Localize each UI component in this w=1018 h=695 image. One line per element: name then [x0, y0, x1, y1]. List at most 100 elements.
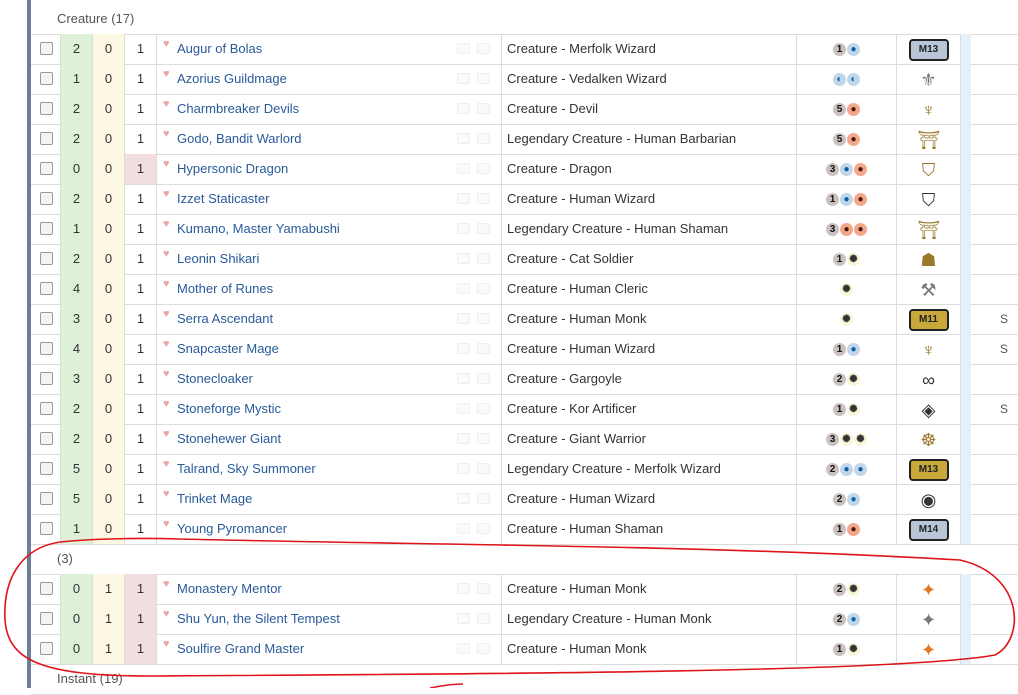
row-checkbox[interactable] [40, 72, 53, 85]
card-name-link[interactable]: Augur of Bolas [177, 34, 262, 64]
row-checkbox[interactable] [40, 612, 53, 625]
row-checkbox[interactable] [40, 282, 53, 295]
favorite-icon[interactable]: ♥ [163, 98, 170, 110]
favorite-icon[interactable]: ♥ [163, 38, 170, 50]
row-checkbox[interactable] [40, 522, 53, 535]
card-info-icon[interactable] [477, 583, 490, 594]
card-name-link[interactable]: Stonecloaker [177, 364, 253, 394]
row-checkbox[interactable] [40, 372, 53, 385]
card-name-link[interactable]: Azorius Guildmage [177, 64, 287, 94]
card-name-link[interactable]: Young Pyromancer [177, 514, 287, 544]
favorite-icon[interactable]: ♥ [163, 218, 170, 230]
favorite-icon[interactable]: ♥ [163, 488, 170, 500]
card-name-link[interactable]: Shu Yun, the Silent Tempest [177, 604, 340, 634]
row-checkbox[interactable] [40, 192, 53, 205]
card-info-icon[interactable] [477, 523, 490, 534]
row-checkbox[interactable] [40, 642, 53, 655]
card-name-link[interactable]: Kumano, Master Yamabushi [177, 214, 340, 244]
card-image-icon[interactable] [457, 223, 470, 234]
card-name-link[interactable]: Izzet Staticaster [177, 184, 269, 214]
card-info-icon[interactable] [477, 193, 490, 204]
favorite-icon[interactable]: ♥ [163, 248, 170, 260]
card-image-icon[interactable] [457, 283, 470, 294]
card-name-link[interactable]: Mother of Runes [177, 274, 273, 304]
card-info-icon[interactable] [477, 403, 490, 414]
card-image-icon[interactable] [457, 43, 470, 54]
row-checkbox[interactable] [40, 582, 53, 595]
row-checkbox[interactable] [40, 462, 53, 475]
card-name-link[interactable]: Monastery Mentor [177, 574, 282, 604]
row-checkbox[interactable] [40, 132, 53, 145]
row-checkbox[interactable] [40, 222, 53, 235]
card-image-icon[interactable] [457, 613, 470, 624]
card-info-icon[interactable] [477, 283, 490, 294]
card-name-link[interactable]: Stonehewer Giant [177, 424, 281, 454]
card-info-icon[interactable] [477, 253, 490, 264]
row-checkbox[interactable] [40, 402, 53, 415]
card-name-link[interactable]: Snapcaster Mage [177, 334, 279, 364]
favorite-icon[interactable]: ♥ [163, 578, 170, 590]
favorite-icon[interactable]: ♥ [163, 608, 170, 620]
favorite-icon[interactable]: ♥ [163, 158, 170, 170]
card-image-icon[interactable] [457, 643, 470, 654]
card-info-icon[interactable] [477, 643, 490, 654]
row-checkbox[interactable] [40, 42, 53, 55]
card-info-icon[interactable] [477, 433, 490, 444]
favorite-icon[interactable]: ♥ [163, 428, 170, 440]
favorite-icon[interactable]: ♥ [163, 188, 170, 200]
favorite-icon[interactable]: ♥ [163, 458, 170, 470]
card-name-link[interactable]: Charmbreaker Devils [177, 94, 299, 124]
card-image-icon[interactable] [457, 403, 470, 414]
row-checkbox[interactable] [40, 102, 53, 115]
card-name-link[interactable]: Godo, Bandit Warlord [177, 124, 302, 154]
card-info-icon[interactable] [477, 73, 490, 84]
favorite-icon[interactable]: ♥ [163, 128, 170, 140]
row-checkbox[interactable] [40, 492, 53, 505]
card-info-icon[interactable] [477, 43, 490, 54]
card-info-icon[interactable] [477, 223, 490, 234]
card-image-icon[interactable] [457, 523, 470, 534]
card-info-icon[interactable] [477, 463, 490, 474]
card-name-link[interactable]: Stoneforge Mystic [177, 394, 281, 424]
card-name-link[interactable]: Hypersonic Dragon [177, 154, 288, 184]
card-name-link[interactable]: Trinket Mage [177, 484, 252, 514]
card-image-icon[interactable] [457, 583, 470, 594]
card-info-icon[interactable] [477, 343, 490, 354]
favorite-icon[interactable]: ♥ [163, 338, 170, 350]
favorite-icon[interactable]: ♥ [163, 638, 170, 650]
card-image-icon[interactable] [457, 103, 470, 114]
row-checkbox[interactable] [40, 252, 53, 265]
card-image-icon[interactable] [457, 313, 470, 324]
card-name-link[interactable]: Serra Ascendant [177, 304, 273, 334]
row-checkbox[interactable] [40, 162, 53, 175]
card-info-icon[interactable] [477, 493, 490, 504]
card-image-icon[interactable] [457, 73, 470, 84]
row-checkbox[interactable] [40, 312, 53, 325]
card-info-icon[interactable] [477, 163, 490, 174]
card-name-link[interactable]: Talrand, Sky Summoner [177, 454, 316, 484]
card-name-link[interactable]: Leonin Shikari [177, 244, 259, 274]
favorite-icon[interactable]: ♥ [163, 368, 170, 380]
card-image-icon[interactable] [457, 463, 470, 474]
card-info-icon[interactable] [477, 103, 490, 114]
card-name-link[interactable]: Soulfire Grand Master [177, 634, 304, 664]
card-image-icon[interactable] [457, 343, 470, 354]
card-info-icon[interactable] [477, 373, 490, 384]
card-image-icon[interactable] [457, 253, 470, 264]
row-checkbox[interactable] [40, 432, 53, 445]
card-image-icon[interactable] [457, 433, 470, 444]
card-image-icon[interactable] [457, 493, 470, 504]
card-info-icon[interactable] [477, 613, 490, 624]
card-image-icon[interactable] [457, 193, 470, 204]
card-image-icon[interactable] [457, 133, 470, 144]
favorite-icon[interactable]: ♥ [163, 278, 170, 290]
row-checkbox[interactable] [40, 342, 53, 355]
favorite-icon[interactable]: ♥ [163, 518, 170, 530]
favorite-icon[interactable]: ♥ [163, 68, 170, 80]
card-image-icon[interactable] [457, 163, 470, 174]
card-image-icon[interactable] [457, 373, 470, 384]
favorite-icon[interactable]: ♥ [163, 308, 170, 320]
favorite-icon[interactable]: ♥ [163, 398, 170, 410]
card-info-icon[interactable] [477, 313, 490, 324]
card-info-icon[interactable] [477, 133, 490, 144]
